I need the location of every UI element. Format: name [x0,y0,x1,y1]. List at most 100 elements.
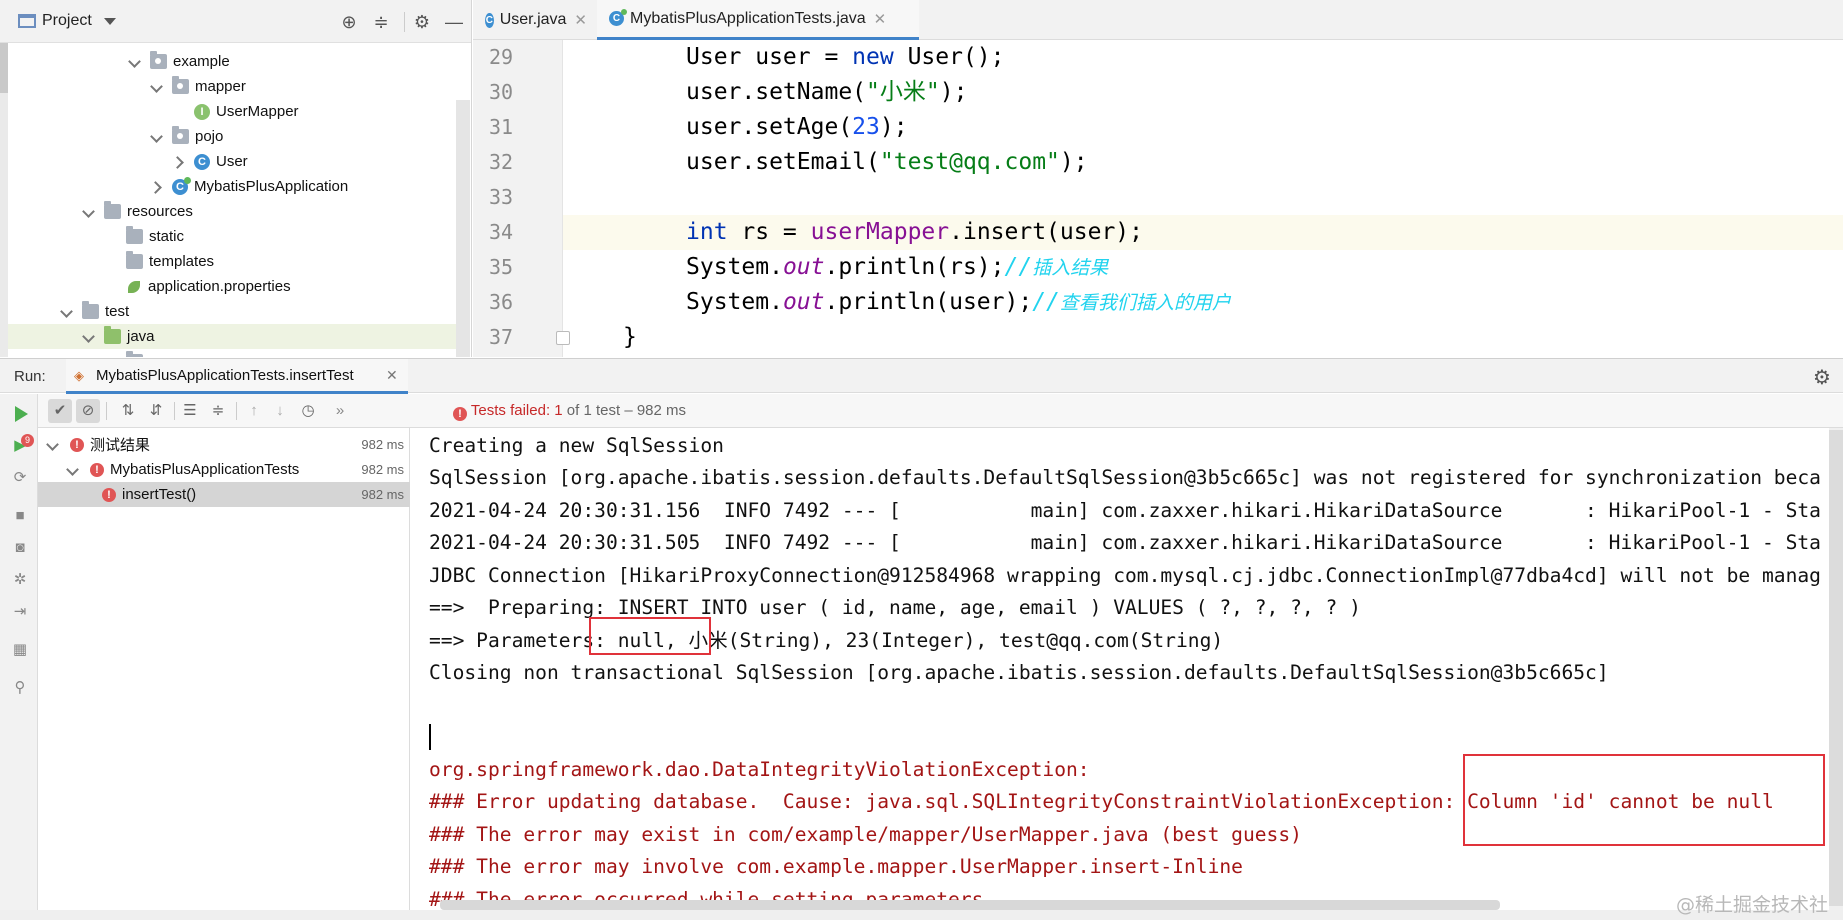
layout-icon[interactable]: ▦ [12,642,28,658]
project-header: Project ⊕ ≑ ⚙ — [0,0,471,43]
gear-icon[interactable]: ⚙ [411,11,433,33]
tree-item-test[interactable]: test [0,299,456,324]
camera-icon[interactable]: ◙ [12,540,28,556]
folder-icon [126,226,143,244]
console-line: Creating a new SqlSession [429,434,724,457]
tree-item-user[interactable]: C User [0,149,456,174]
run-tab[interactable]: ◈ MybatisPlusApplicationTests.insertTest… [66,359,408,394]
console-line: JDBC Connection [HikariProxyConnection@9… [429,564,1821,587]
close-icon[interactable]: ✕ [574,11,587,29]
toolbar-divider [174,402,175,420]
tree-item-mapper[interactable]: mapper [0,74,456,99]
code-line-29: User user = new User(); [686,44,1005,70]
status-bar [0,910,1843,920]
code-line-34: int rs = userMapper.insert(user); [563,215,1843,250]
show-ignored-icon[interactable]: ⊘ [76,399,100,423]
run-side-toolbar: ▶ 9 ⟳ ■ ◙ ✲ ⇥ ▦ ⚲ [0,394,38,920]
chevron-down-icon[interactable] [82,330,96,344]
console-horizontal-scrollbar[interactable] [440,900,1500,910]
folder-icon [82,301,99,319]
toolbar-divider [236,402,237,420]
close-icon[interactable]: ✕ [386,367,398,384]
test-results-tree: ! 测试结果 982 ms ! MybatisPlusApplicationTe… [38,428,410,920]
console-line: Closing non transactional SqlSession [or… [429,661,1609,684]
test-config-icon: ◈ [74,368,84,383]
line-number: 37 [488,325,514,349]
project-scrollbar-thumb[interactable] [0,43,8,93]
locate-target-icon[interactable]: ⊕ [338,11,360,33]
hide-panel-icon[interactable]: — [443,11,465,33]
console-line: ==> Preparing: INSERT INTO user ( id, na… [429,596,1361,619]
tree-item-templates[interactable]: templates [0,249,456,274]
more-actions-icon[interactable]: » [328,399,352,423]
tree-item-pojo[interactable]: pojo [0,124,456,149]
tree-item-com[interactable]: com [0,349,456,357]
console-error-line: ### The error may exist in com/example/m… [429,823,1302,846]
editor-tab-bar: C User.java ✕ C MybatisPlusApplicationTe… [473,0,1843,40]
chevron-down-icon[interactable] [60,305,74,319]
package-folder-icon [150,51,167,69]
console-output[interactable]: Creating a new SqlSession SqlSession [or… [411,428,1829,920]
code-area[interactable]: 29 30 31 32 33 34 35 36 37 User user = n… [473,40,1843,357]
chevron-down-icon[interactable] [150,130,164,144]
test-root-row[interactable]: ! 测试结果 982 ms [38,432,410,457]
chevron-down-icon[interactable] [128,55,142,69]
chevron-right-icon[interactable] [172,155,186,169]
watermark: @稀土掘金技术社区 [1676,894,1829,916]
line-number: 36 [488,290,514,314]
show-passed-icon[interactable]: ✔ [48,399,72,423]
login-icon[interactable]: ⇥ [12,604,28,620]
test-method-row[interactable]: ! insertTest() 982 ms [38,482,410,507]
line-number: 34 [488,220,514,244]
run-label: Run: [14,368,46,385]
console-scrollbar-thumb[interactable] [1829,430,1843,906]
sort-by-duration-icon[interactable]: ⇵ [144,399,168,423]
project-vertical-scrollbar[interactable] [456,100,470,357]
rerun-icon[interactable] [15,406,28,422]
tree-item-example[interactable]: example [0,49,456,74]
console-line: 2021-04-24 20:30:31.156 INFO 7492 --- [ … [429,499,1821,522]
package-folder-icon [126,351,143,357]
project-window-icon [18,14,36,28]
close-icon[interactable]: ✕ [874,10,887,28]
history-icon[interactable]: ◷ [296,399,320,423]
toggle-auto-test-icon[interactable]: ⟳ [12,470,28,486]
pin-icon[interactable]: ⚲ [12,680,28,696]
annotation-box-null-parameter [589,617,711,655]
next-failed-icon[interactable]: ↓ [268,399,292,423]
spring-boot-class-icon: C [172,176,191,195]
interface-icon: I [194,103,210,120]
console-error-line: org.springframework.dao.DataIntegrityVio… [429,758,1090,781]
tree-item-resources[interactable]: resources [0,199,456,224]
project-view-selector[interactable]: Project [42,12,92,30]
chevron-down-icon[interactable] [104,18,116,25]
chevron-down-icon[interactable] [150,80,164,94]
previous-failed-icon[interactable]: ↑ [242,399,266,423]
tree-item-application-properties[interactable]: application.properties [0,274,456,299]
tab-mybatisplusapplicationtests-java[interactable]: C MybatisPlusApplicationTests.java ✕ [597,0,919,40]
tab-user-java[interactable]: C User.java ✕ [473,0,597,40]
class-icon: C [194,153,210,170]
chevron-down-icon[interactable] [46,438,60,452]
tree-item-usermapper[interactable]: I UserMapper [0,99,456,124]
chevron-down-icon[interactable] [66,463,80,477]
stop-icon[interactable]: ■ [12,508,28,524]
gear-icon[interactable]: ⚙ [1813,365,1831,390]
code-line-32: user.setEmail("test@qq.com"); [686,149,1088,175]
console-error-line: ### The error may involve com.example.ma… [429,855,1243,878]
chevron-down-icon[interactable] [82,205,96,219]
error-icon: ! [90,462,104,477]
settings-icon[interactable]: ✲ [12,572,28,588]
chevron-right-icon[interactable] [150,180,164,194]
error-icon: ! [70,437,84,452]
chevron-down-icon[interactable] [104,355,118,358]
tree-item-static[interactable]: static [0,224,456,249]
expand-all-icon[interactable]: ☰ [178,399,202,423]
sort-alphabetically-icon[interactable]: ⇅ [116,399,140,423]
properties-icon [126,279,142,295]
test-class-row[interactable]: ! MybatisPlusApplicationTests 982 ms [38,457,410,482]
collapse-all-icon[interactable]: ≑ [206,399,230,423]
tree-item-java[interactable]: java [0,324,456,349]
collapse-all-icon[interactable]: ≑ [370,11,392,33]
tree-item-mybatisplusapplication[interactable]: C MybatisPlusApplication [0,174,456,199]
